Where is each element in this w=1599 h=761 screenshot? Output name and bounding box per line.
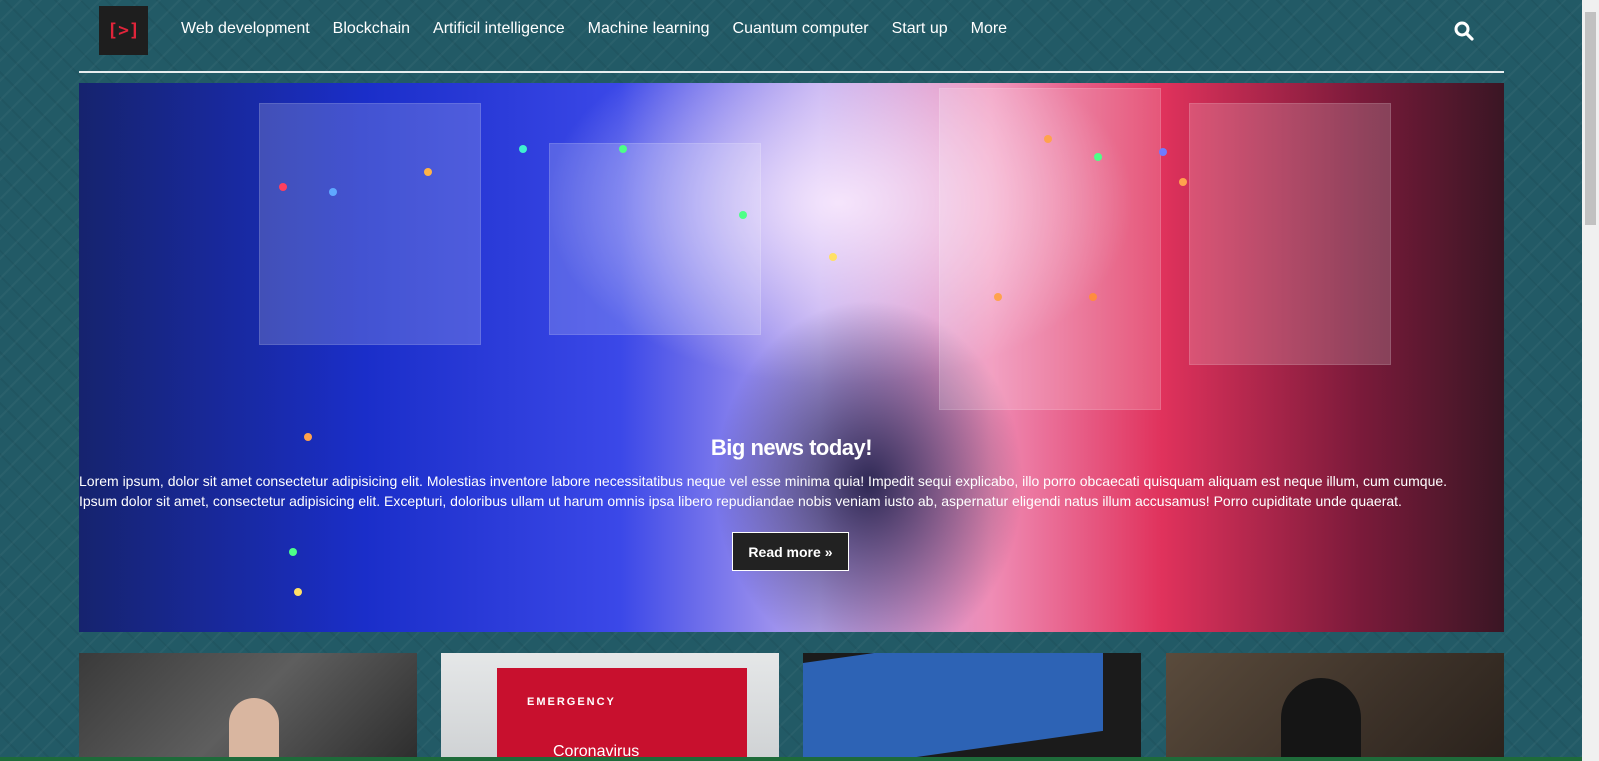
hero-light — [1044, 135, 1052, 143]
article-card-1[interactable] — [79, 653, 417, 761]
hero-light — [294, 588, 302, 596]
nav-item-web-development[interactable]: Web development — [181, 20, 310, 38]
hero-light — [424, 168, 432, 176]
hero-light — [1094, 153, 1102, 161]
nav-links: Web development Blockchain Artificil int… — [181, 20, 1030, 38]
hero-light — [739, 211, 747, 219]
hero-banner: Big news today! Lorem ipsum, dolor sit a… — [79, 83, 1504, 632]
navbar: [>] Web development Blockchain Artificil… — [79, 0, 1504, 72]
logo-text: [>] — [107, 20, 140, 41]
article-card-3[interactable] — [803, 653, 1141, 761]
nav-divider — [79, 71, 1504, 73]
hero-background-paper — [259, 103, 481, 345]
read-more-button[interactable]: Read more » — [732, 532, 849, 571]
hero-light — [619, 145, 627, 153]
site-logo[interactable]: [>] — [99, 6, 148, 55]
article-card-2[interactable]: EMERGENCY Coronavirus — [441, 653, 779, 761]
search-icon[interactable] — [1454, 21, 1474, 41]
hero-light — [1179, 178, 1187, 186]
article-card-4[interactable] — [1166, 653, 1504, 761]
nav-item-start-up[interactable]: Start up — [892, 20, 948, 38]
hero-light — [519, 145, 527, 153]
page-scrollbar[interactable] — [1582, 0, 1599, 761]
nav-item-more[interactable]: More — [971, 20, 1007, 38]
hero-light — [289, 548, 297, 556]
emergency-sign-label: EMERGENCY — [527, 696, 616, 708]
bottom-strip — [0, 757, 1582, 761]
card-image-person — [229, 698, 279, 761]
card-image-hooded-figure — [1281, 678, 1361, 761]
hero-light — [829, 253, 837, 261]
hero-background-paper — [549, 143, 761, 335]
emergency-sign: EMERGENCY Coronavirus — [497, 668, 747, 761]
hero-light — [1159, 148, 1167, 156]
hero-background-paper — [1189, 103, 1391, 365]
card-image-tablet — [803, 653, 1103, 761]
nav-item-machine-learning[interactable]: Machine learning — [588, 20, 710, 38]
article-cards: EMERGENCY Coronavirus — [79, 653, 1504, 761]
hero-light — [994, 293, 1002, 301]
double-chevron-right-icon: » — [824, 543, 833, 560]
hero-light — [329, 188, 337, 196]
nav-item-quantum-computer[interactable]: Cuantum computer — [733, 20, 869, 38]
read-more-label: Read more — [748, 543, 821, 560]
hero-title: Big news today! — [710, 435, 873, 460]
hero-text: Lorem ipsum, dolor sit amet consectetur … — [79, 473, 1448, 509]
nav-item-artificial-intelligence[interactable]: Artificil intelligence — [433, 20, 565, 38]
scrollbar-thumb[interactable] — [1585, 12, 1596, 225]
hero-light — [279, 183, 287, 191]
hero-light — [1089, 293, 1097, 301]
nav-item-blockchain[interactable]: Blockchain — [333, 20, 410, 38]
